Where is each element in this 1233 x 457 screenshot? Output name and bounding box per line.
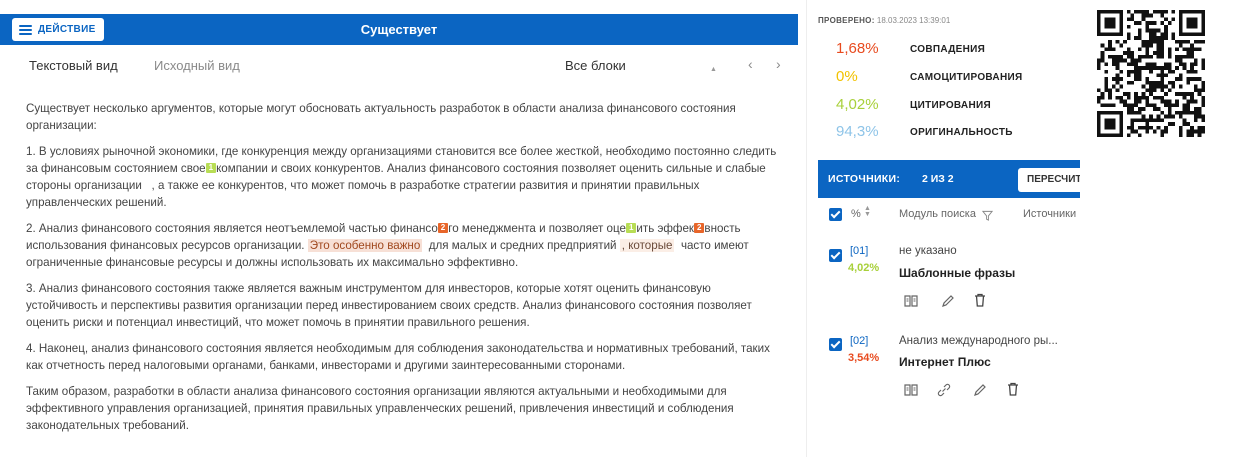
trash-icon[interactable] xyxy=(1005,381,1021,397)
paragraph-conclusion: Таким образом, разработки в области анал… xyxy=(26,385,734,432)
highlight-match[interactable]: Это особенно важно xyxy=(307,239,423,252)
match-marker-2[interactable]: 2 xyxy=(437,223,449,233)
column-search-module[interactable]: Модуль поиска xyxy=(899,208,976,220)
paragraph-2: 2. Анализ финансового состояния является… xyxy=(26,222,749,269)
source-module: Анализ международного ры... xyxy=(899,335,1058,347)
stat-label: ЦИТИРОВАНИЯ xyxy=(910,100,991,111)
source-module: не указано xyxy=(899,245,957,257)
stat-value: 94,3% xyxy=(836,123,879,140)
recalculate-button[interactable]: ПЕРЕСЧИТАТЬ xyxy=(1018,168,1080,192)
paragraph-1: 1. В условиях рыночной экономики, где ко… xyxy=(26,145,777,209)
stat-label: СОВПАДЕНИЯ xyxy=(910,44,986,55)
qr-code xyxy=(1097,10,1205,137)
source-checkbox[interactable] xyxy=(829,249,842,262)
source-id: [02] xyxy=(850,335,869,347)
book-icon[interactable] xyxy=(903,293,919,309)
sources-header: ИСТОЧНИКИ: 2 ИЗ 2 ПЕРЕСЧИТАТЬ xyxy=(818,160,1080,198)
stat-label: САМОЦИТИРОВАНИЯ xyxy=(910,72,1023,83)
column-sources[interactable]: Источники xyxy=(1023,208,1076,220)
source-type: Шаблонные фразы xyxy=(899,266,1016,280)
paragraph-3: 3. Анализ финансового состояния также яв… xyxy=(26,282,752,329)
paragraph-4: 4. Наконец, анализ финансового состояния… xyxy=(26,342,770,372)
view-tabs: Текстовый вид Исходный вид Все блоки ▲ ‹… xyxy=(0,56,798,78)
next-arrow-icon[interactable]: › xyxy=(776,56,781,72)
stat-label: ОРИГИНАЛЬНОСТЬ xyxy=(910,127,1013,138)
match-marker-1[interactable]: 1 xyxy=(625,223,637,233)
source-type: Интернет Плюс xyxy=(899,355,991,369)
match-marker-2[interactable]: 2 xyxy=(693,223,705,233)
link-icon[interactable] xyxy=(936,382,952,398)
checked-date: 18.03.2023 13:39:01 xyxy=(876,16,951,25)
stat-matches: 1,68% СОВПАДЕНИЯ xyxy=(836,40,1096,60)
column-percent[interactable]: % xyxy=(851,208,861,220)
stat-value: 0% xyxy=(836,68,858,85)
filter-icon[interactable] xyxy=(981,208,994,221)
source-percent: 3,54% xyxy=(848,352,880,364)
select-all-checkbox[interactable] xyxy=(829,208,842,221)
sources-count: 2 ИЗ 2 xyxy=(922,173,954,185)
caret-up-icon[interactable]: ▲ xyxy=(710,66,717,73)
prev-arrow-icon[interactable]: ‹ xyxy=(748,56,753,72)
checked-label: ПРОВЕРЕНО: xyxy=(818,16,875,25)
panel-divider xyxy=(806,0,807,457)
source-percent: 4,02% xyxy=(848,262,880,274)
stat-citations: 4,02% ЦИТИРОВАНИЯ xyxy=(836,96,1096,116)
stat-value: 1,68% xyxy=(836,40,879,57)
document-header-bar: ДЕЙСТВИЕ Существует xyxy=(0,14,798,45)
stat-value: 4,02% xyxy=(836,96,879,113)
blocks-select[interactable]: Все блоки xyxy=(565,58,626,73)
trash-icon[interactable] xyxy=(972,292,988,308)
checked-info: ПРОВЕРЕНО: 18.03.2023 13:39:01 xyxy=(818,16,950,25)
edit-icon[interactable] xyxy=(940,293,956,309)
document-title: Существует xyxy=(360,22,438,37)
book-icon[interactable] xyxy=(903,382,919,398)
highlight-citation[interactable]: , которые xyxy=(619,239,675,252)
stat-originality: 94,3% ОРИГИНАЛЬНОСТЬ xyxy=(836,123,1096,143)
match-marker-1[interactable]: 1 xyxy=(205,163,217,173)
sources-title: ИСТОЧНИКИ: xyxy=(828,173,901,185)
source-checkbox[interactable] xyxy=(829,338,842,351)
document-text: Существует несколько аргументов, которые… xyxy=(26,100,778,443)
tab-text-view[interactable]: Текстовый вид xyxy=(29,58,118,73)
tab-source-view[interactable]: Исходный вид xyxy=(154,58,240,73)
edit-icon[interactable] xyxy=(972,382,988,398)
stat-self-citations: 0% САМОЦИТИРОВАНИЯ xyxy=(836,68,1096,88)
sort-icon[interactable]: ▲ ▼ xyxy=(864,205,871,218)
source-id: [01] xyxy=(850,245,869,257)
paragraph-intro: Существует несколько аргументов, которые… xyxy=(26,102,736,132)
